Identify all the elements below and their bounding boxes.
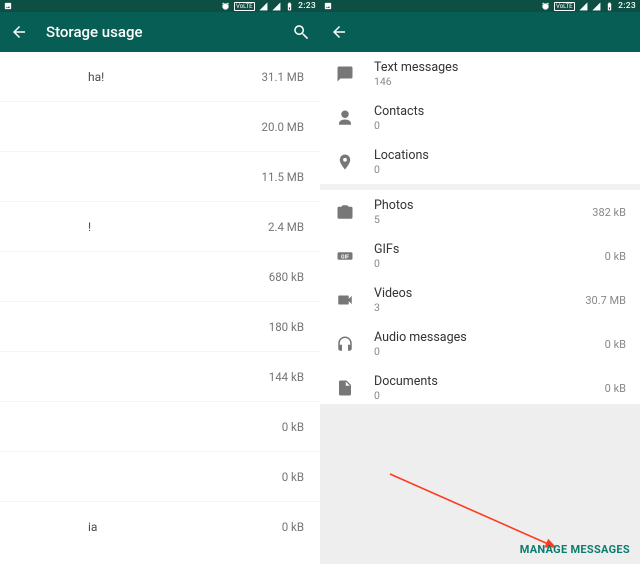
list-item[interactable]: 11.5 MB <box>0 152 320 202</box>
list-item[interactable]: 20.0 MB <box>0 102 320 152</box>
toolbar <box>320 12 640 52</box>
row-title: Contacts <box>374 104 626 119</box>
right-pane: VoLTE 2:23 Text messages146 Contacts0 <box>320 0 640 564</box>
volte-indicator: VoLTE <box>234 2 256 11</box>
row-title: Audio messages <box>374 330 587 345</box>
row-size: 0 kB <box>605 338 626 351</box>
search-button[interactable] <box>290 21 312 43</box>
row-gifs[interactable]: GIF GIFs0 0 kB <box>320 234 640 278</box>
row-photos[interactable]: Photos5 382 kB <box>320 190 640 234</box>
row-contacts[interactable]: Contacts0 <box>320 96 640 140</box>
screenshot-icon <box>4 0 12 12</box>
message-icon <box>334 65 356 83</box>
status-bar: VoLTE 2:23 <box>320 0 640 12</box>
row-audio[interactable]: Audio messages0 0 kB <box>320 322 640 366</box>
row-count: 0 <box>374 389 587 402</box>
document-icon <box>334 379 356 397</box>
item-name: ia <box>88 520 97 534</box>
clock: 2:23 <box>618 1 636 11</box>
row-count: 5 <box>374 213 574 226</box>
row-title: Videos <box>374 286 567 301</box>
signal-icon-2 <box>592 2 601 11</box>
row-count: 0 <box>374 119 626 132</box>
item-size: 0 kB <box>282 520 304 534</box>
row-count: 3 <box>374 301 567 314</box>
item-name: ! <box>88 220 91 234</box>
list-item[interactable]: ia 0 kB <box>0 502 320 552</box>
screenshot-icon <box>324 0 332 12</box>
alarm-icon <box>541 2 550 11</box>
row-title: GIFs <box>374 242 587 257</box>
item-size: 680 kB <box>269 270 304 284</box>
left-pane: VoLTE 2:23 Storage usage ha! 31.1 MB 20.0… <box>0 0 320 564</box>
list-item[interactable]: 0 kB <box>0 452 320 502</box>
gif-icon: GIF <box>334 247 356 265</box>
list-item[interactable]: 0 kB <box>0 402 320 452</box>
manage-messages-button[interactable]: MANAGE MESSAGES <box>520 543 630 556</box>
list-item[interactable]: 180 kB <box>0 302 320 352</box>
clock: 2:23 <box>298 1 316 11</box>
back-button[interactable] <box>328 21 350 43</box>
page-title: Storage usage <box>46 23 274 41</box>
row-title: Documents <box>374 374 587 389</box>
item-size: 144 kB <box>269 370 304 384</box>
item-size: 20.0 MB <box>262 120 304 134</box>
item-name: ha! <box>88 70 104 84</box>
battery-icon <box>285 2 294 11</box>
item-size: 0 kB <box>282 470 304 484</box>
annotation-arrow <box>320 404 640 564</box>
row-size: 382 kB <box>592 206 626 219</box>
volte-indicator: VoLTE <box>554 2 576 11</box>
footer-region: MANAGE MESSAGES <box>320 404 640 564</box>
row-videos[interactable]: Videos3 30.7 MB <box>320 278 640 322</box>
row-text-messages[interactable]: Text messages146 <box>320 52 640 96</box>
row-title: Text messages <box>374 60 626 75</box>
location-icon <box>334 153 356 171</box>
camera-icon <box>334 203 356 221</box>
row-count: 0 <box>374 345 587 358</box>
headphones-icon <box>334 335 356 353</box>
row-count: 0 <box>374 163 626 176</box>
row-title: Locations <box>374 148 626 163</box>
item-size: 180 kB <box>269 320 304 334</box>
list-item[interactable]: ha! 31.1 MB <box>0 52 320 102</box>
row-size: 0 kB <box>605 250 626 263</box>
storage-list[interactable]: ha! 31.1 MB 20.0 MB 11.5 MB ! 2.4 MB 680 k… <box>0 52 320 564</box>
row-locations[interactable]: Locations0 <box>320 140 640 184</box>
svg-text:GIF: GIF <box>341 254 349 260</box>
row-size: 30.7 MB <box>585 294 626 307</box>
list-item[interactable]: ! 2.4 MB <box>0 202 320 252</box>
list-item[interactable]: 680 kB <box>0 252 320 302</box>
alarm-icon <box>221 2 230 11</box>
signal-icon <box>259 2 268 11</box>
person-icon <box>334 109 356 127</box>
back-button[interactable] <box>8 21 30 43</box>
row-size: 0 kB <box>605 382 626 395</box>
item-size: 0 kB <box>282 420 304 434</box>
toolbar: Storage usage <box>0 12 320 52</box>
status-bar: VoLTE 2:23 <box>0 0 320 12</box>
row-title: Photos <box>374 198 574 213</box>
signal-icon <box>579 2 588 11</box>
list-item[interactable]: 144 kB <box>0 352 320 402</box>
row-count: 146 <box>374 75 626 88</box>
battery-icon <box>605 2 614 11</box>
signal-icon-2 <box>272 2 281 11</box>
videocam-icon <box>334 291 356 309</box>
item-size: 2.4 MB <box>268 220 304 234</box>
item-size: 11.5 MB <box>262 170 304 184</box>
row-count: 0 <box>374 257 587 270</box>
item-size: 31.1 MB <box>262 70 304 84</box>
